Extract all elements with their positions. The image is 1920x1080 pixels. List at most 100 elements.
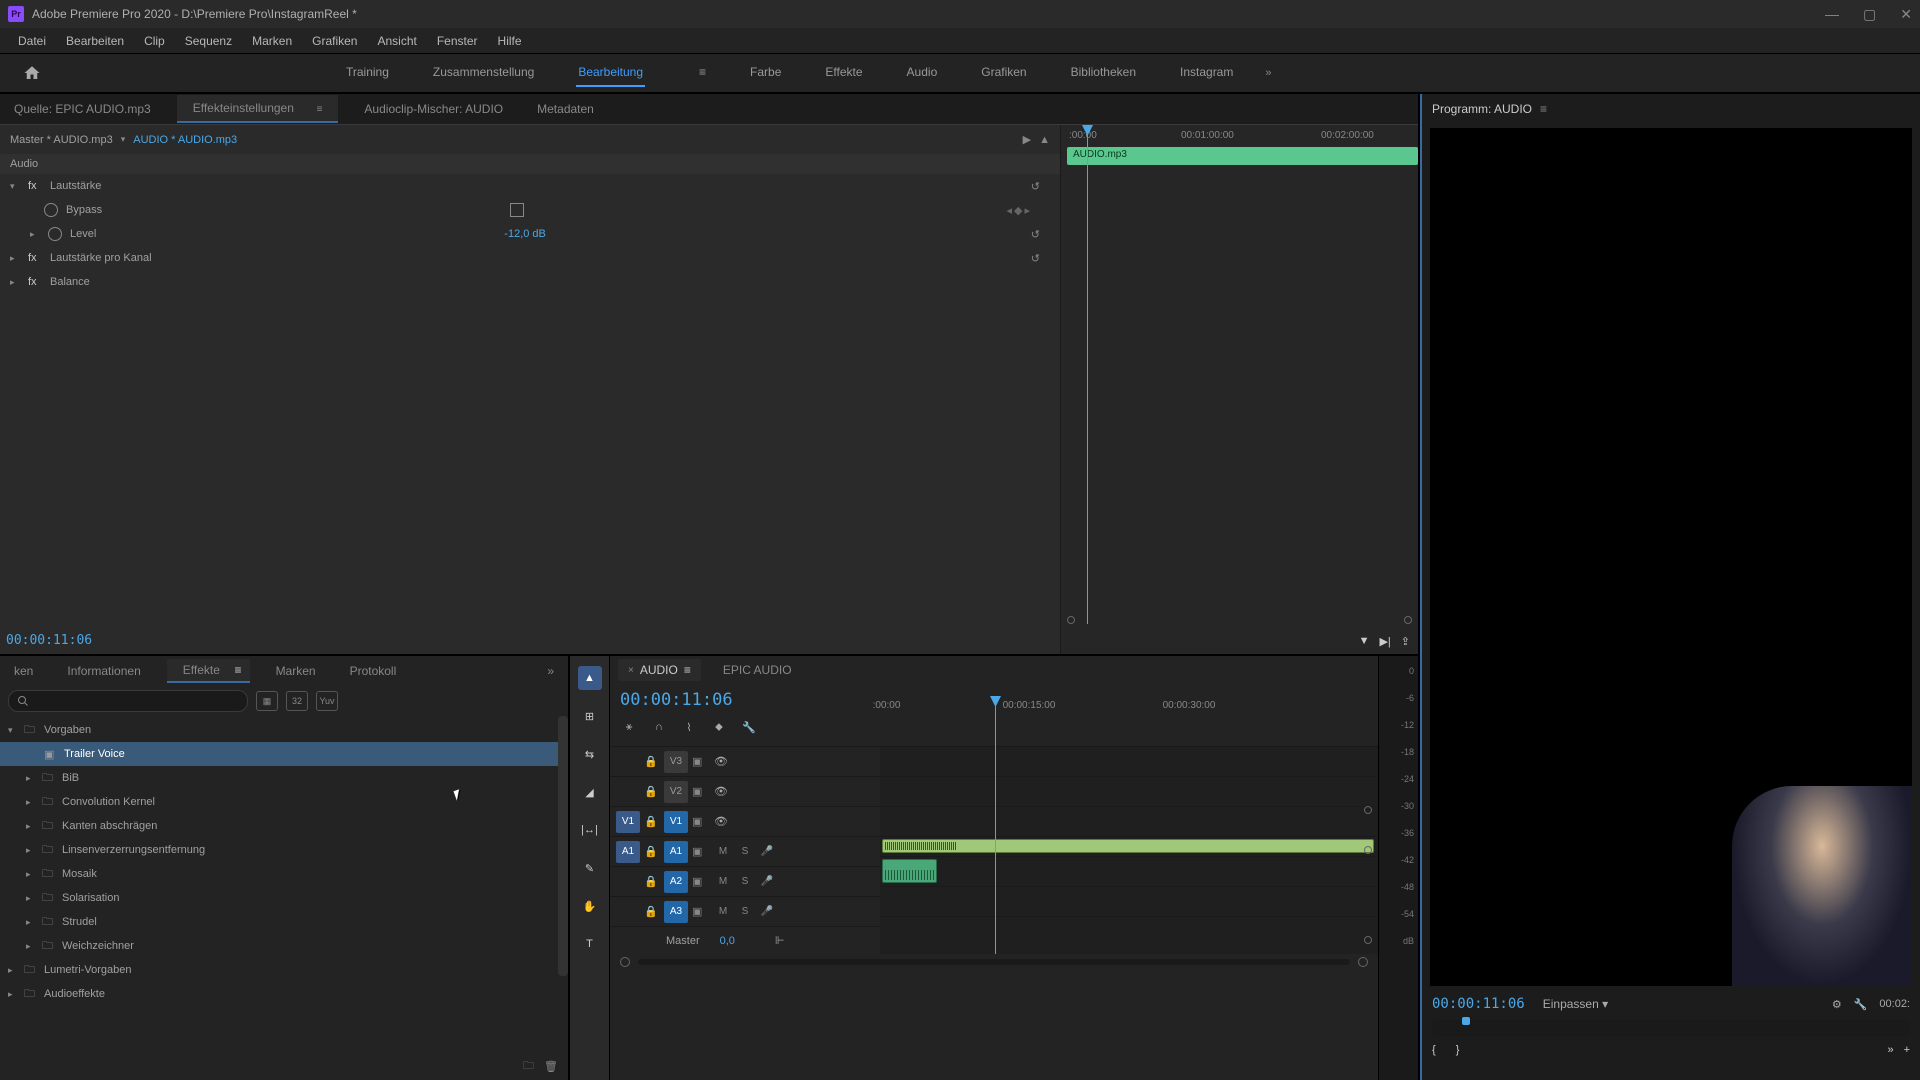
tree-item-weichzeichner[interactable]: ▸🗀Weichzeichner (0, 934, 568, 958)
add-button-icon[interactable]: + (1904, 1044, 1910, 1056)
track-a1[interactable]: A1 (664, 841, 688, 863)
tree-item-solarisation[interactable]: ▸🗀Solarisation (0, 886, 568, 910)
tab-effekteinstellungen[interactable]: Effekteinstellungen ≡ (177, 95, 339, 123)
zoom-handle-icon[interactable] (1404, 616, 1412, 624)
track-v1[interactable]: V1 (664, 811, 688, 833)
effect-mini-timeline[interactable]: :00:00 00:01:00:00 00:02:00:00 AUDIO.mp3 (1060, 125, 1418, 654)
sync-icon[interactable]: ▣ (692, 815, 710, 828)
collapse-icon[interactable]: ▾ (10, 181, 20, 192)
32bit-badge-icon[interactable]: 32 (286, 691, 308, 711)
type-tool-icon[interactable]: T (578, 932, 602, 956)
program-timecode[interactable]: 00:00:11:06 (1432, 996, 1525, 1012)
voiceover-icon[interactable]: 🎤 (758, 843, 776, 861)
close-tab-icon[interactable]: × (628, 665, 634, 676)
zoom-handle-icon[interactable] (1067, 616, 1075, 624)
mark-in-icon[interactable]: { (1432, 1044, 1436, 1056)
timeline-timecode[interactable]: 00:00:11:06 (620, 690, 733, 710)
sequence-clip-link[interactable]: AUDIO * AUDIO.mp3 (133, 134, 237, 146)
tree-item-lumetri[interactable]: ▸🗀Lumetri-Vorgaben (0, 958, 568, 982)
mute-button[interactable]: M (714, 873, 732, 891)
tabs-overflow-icon[interactable]: » (539, 660, 562, 682)
scrubber-head[interactable] (1462, 1017, 1470, 1025)
magnet-icon[interactable]: ∩ (650, 718, 668, 736)
hand-tool-icon[interactable]: ✋ (578, 894, 602, 918)
close-button[interactable]: ✕ (1900, 6, 1912, 23)
timeline-toggle-icon[interactable]: ▲ (1039, 134, 1050, 146)
lock-icon[interactable]: 🔒 (644, 785, 660, 798)
tree-item-kanten[interactable]: ▸🗀Kanten abschrägen (0, 814, 568, 838)
workspace-grafiken[interactable]: Grafiken (979, 59, 1028, 87)
tab-effekte[interactable]: Effekte ≡ (167, 659, 250, 683)
bypass-checkbox[interactable] (510, 203, 524, 217)
pen-tool-icon[interactable]: ✎ (578, 856, 602, 880)
delete-icon[interactable]: 🗑 (544, 1060, 558, 1073)
lock-icon[interactable]: 🔒 (644, 755, 660, 768)
marker-icon[interactable]: ⬥ (710, 718, 728, 736)
solo-button[interactable]: S (736, 843, 754, 861)
menu-fenster[interactable]: Fenster (427, 30, 488, 52)
workspace-zusammenstellung[interactable]: Zusammenstellung (431, 59, 536, 87)
fx-toggle-icon[interactable]: fx (28, 276, 42, 288)
sync-icon[interactable]: ▣ (692, 785, 710, 798)
level-value[interactable]: -12,0 dB (504, 228, 546, 240)
chevron-down-icon[interactable]: ▾ (121, 134, 126, 145)
new-bin-icon[interactable]: 🗀 (523, 1057, 534, 1076)
scroll-handle-icon[interactable] (1364, 936, 1372, 944)
workspace-training[interactable]: Training (344, 59, 391, 87)
sync-icon[interactable]: ▣ (692, 755, 710, 768)
playhead[interactable] (1087, 125, 1088, 624)
audio-clip-a1[interactable] (882, 839, 1374, 853)
yuv-badge-icon[interactable]: Yuv (316, 691, 338, 711)
export-icon[interactable]: ⇪ (1401, 635, 1410, 648)
reset-icon[interactable]: ↺ (1031, 252, 1040, 265)
timeline-playhead[interactable] (995, 696, 996, 954)
zoom-handle-icon[interactable] (620, 957, 630, 967)
workspace-effekte[interactable]: Effekte (823, 59, 864, 87)
workspace-audio[interactable]: Audio (905, 59, 940, 87)
expand-icon[interactable]: ▸ (10, 277, 20, 288)
menu-ansicht[interactable]: Ansicht (367, 30, 426, 52)
workspace-overflow-icon[interactable]: » (1265, 67, 1271, 79)
tree-item-strudel[interactable]: ▸🗀Strudel (0, 910, 568, 934)
tree-item-bib[interactable]: ▸🗀BiB (0, 766, 568, 790)
tab-informationen[interactable]: Informationen (59, 660, 148, 682)
track-a2[interactable]: A2 (664, 871, 688, 893)
tab-ken[interactable]: ken (6, 660, 41, 682)
sync-icon[interactable]: ▣ (692, 875, 710, 888)
tab-menu-icon[interactable]: ≡ (1540, 102, 1547, 116)
workspace-farbe[interactable]: Farbe (748, 59, 783, 87)
solo-button[interactable]: S (736, 873, 754, 891)
voiceover-icon[interactable]: 🎤 (758, 903, 776, 921)
expand-icon[interactable]: ▸ (10, 253, 20, 264)
tab-menu-icon[interactable]: ≡ (309, 98, 331, 121)
effects-search-input[interactable] (8, 690, 248, 712)
tree-item-mosaik[interactable]: ▸🗀Mosaik (0, 862, 568, 886)
track-a3[interactable]: A3 (664, 901, 688, 923)
menu-bearbeiten[interactable]: Bearbeiten (56, 30, 134, 52)
eye-icon[interactable]: 👁 (714, 755, 732, 768)
lock-icon[interactable]: 🔒 (644, 845, 660, 858)
tree-scrollbar[interactable] (558, 716, 568, 976)
play-only-icon[interactable]: ▶| (1379, 635, 1390, 648)
zoom-handle-icon[interactable] (1358, 957, 1368, 967)
menu-hilfe[interactable]: Hilfe (488, 30, 532, 52)
menu-clip[interactable]: Clip (134, 30, 175, 52)
minimize-button[interactable]: — (1825, 6, 1839, 23)
program-scrubber[interactable] (1432, 1020, 1910, 1036)
mark-out-icon[interactable]: } (1456, 1044, 1460, 1056)
master-db-value[interactable]: 0,0 (720, 935, 735, 947)
tab-protokoll[interactable]: Protokoll (342, 660, 405, 682)
overflow-icon[interactable]: » (1887, 1044, 1893, 1056)
stopwatch-icon[interactable] (48, 227, 62, 241)
lock-icon[interactable]: 🔒 (644, 815, 660, 828)
fx-toggle-icon[interactable]: fx (28, 180, 42, 192)
stopwatch-icon[interactable] (44, 203, 58, 217)
audio-clip-a2[interactable] (882, 859, 937, 883)
sync-icon[interactable]: ▣ (692, 905, 710, 918)
fx-toggle-icon[interactable]: fx (28, 252, 42, 264)
tree-item-convolution[interactable]: ▸🗀Convolution Kernel (0, 790, 568, 814)
solo-button[interactable]: S (736, 903, 754, 921)
expand-master-icon[interactable]: ⊩ (775, 934, 785, 947)
workspace-bearbeitung[interactable]: Bearbeitung (576, 59, 645, 87)
eye-icon[interactable]: 👁 (714, 785, 732, 798)
